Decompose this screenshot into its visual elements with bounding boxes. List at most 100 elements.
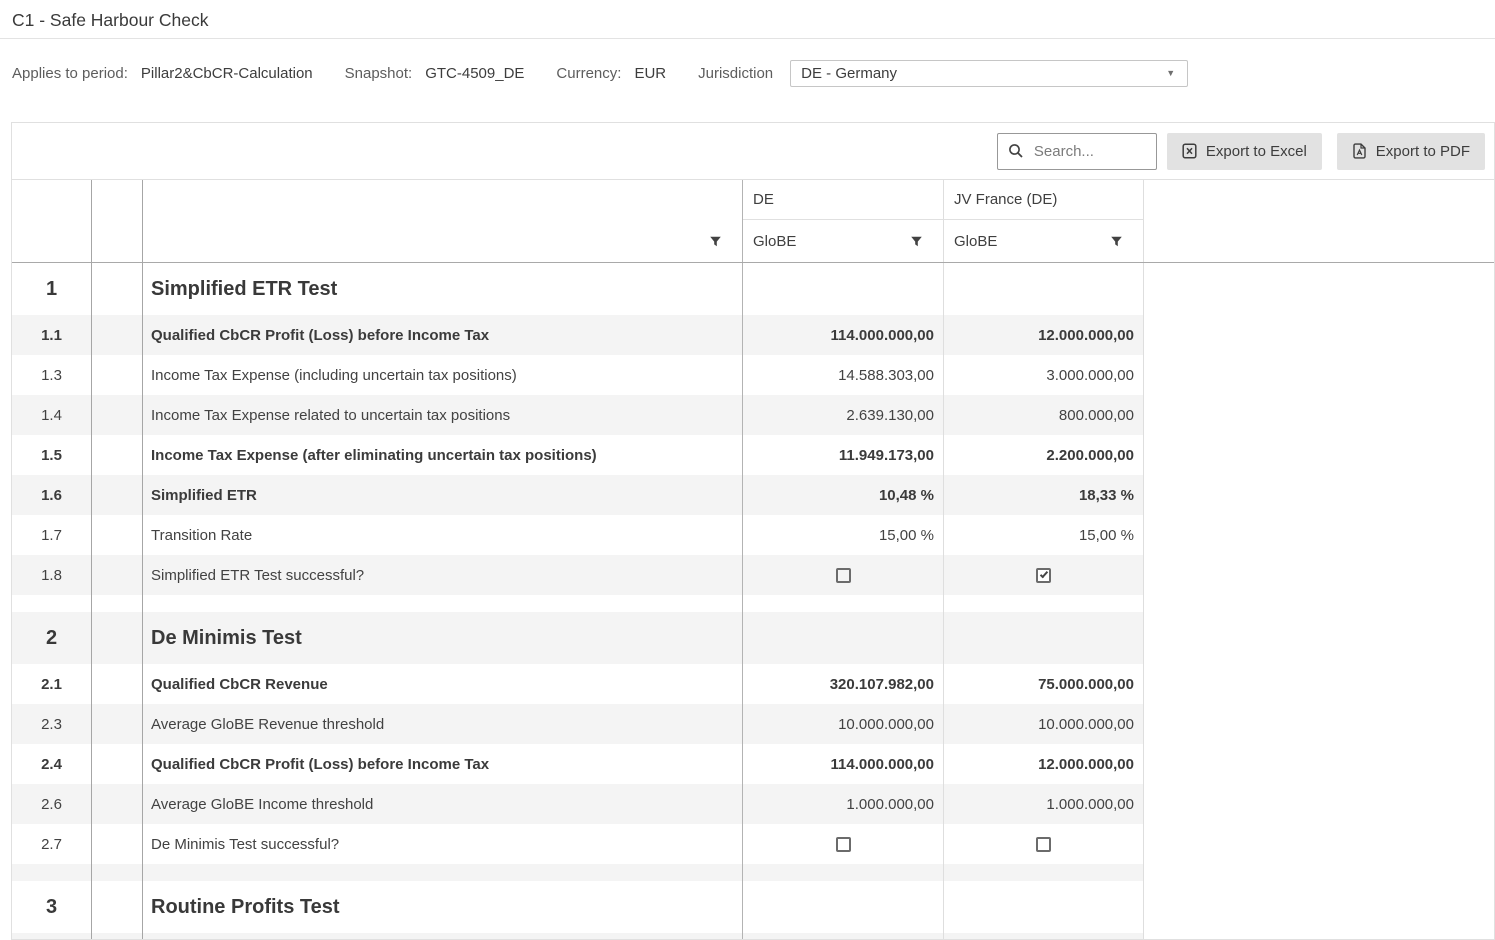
value-cell-de: 320.107.982,00 <box>743 664 944 704</box>
chevron-down-icon: ▼ <box>1166 68 1175 78</box>
row-flag-cell <box>92 435 143 475</box>
value-cell-de: 1.000.000,00 <box>743 784 944 824</box>
table-row: 1.3Income Tax Expense (including uncerta… <box>12 355 1144 395</box>
currency-group: Currency: EUR <box>556 65 666 82</box>
checkbox-unchecked[interactable] <box>1036 837 1051 852</box>
jurisdiction-dropdown[interactable]: DE - Germany ▼ <box>790 60 1188 87</box>
table-header: DE JV France (DE) GloBE GloBE <box>12 180 1494 263</box>
filter-funnel-icon[interactable] <box>910 235 923 248</box>
row-label-cell <box>143 595 743 612</box>
value-cell-de: 11.949.173,00 <box>743 435 944 475</box>
value-cell-jv-france: 3.000.000,00 <box>944 355 1144 395</box>
row-flag-cell <box>92 881 143 933</box>
snapshot-label: Snapshot: <box>345 65 413 82</box>
spacer-row <box>12 595 1144 612</box>
meta-bar: Applies to period: Pillar2&CbCR-Calculat… <box>0 39 1495 97</box>
section-title: Simplified ETR Test <box>143 263 743 315</box>
row-flag-cell <box>92 664 143 704</box>
search-input[interactable] <box>1034 143 1148 160</box>
page-title: C1 - Safe Harbour Check <box>12 10 1483 31</box>
page-header: C1 - Safe Harbour Check <box>0 0 1495 39</box>
value-cell-jv-france <box>944 824 1144 864</box>
value-cell-jv-france: 800.000,00 <box>944 395 1144 435</box>
row-label-cell: Transition Rate <box>143 515 743 555</box>
pdf-file-icon <box>1352 143 1367 159</box>
subheader-label: GloBE <box>954 233 997 250</box>
table-row: 2.3Average GloBE Revenue threshold10.000… <box>12 704 1144 744</box>
header-cell-description <box>143 180 743 220</box>
row-number-cell: 1.8 <box>12 555 92 595</box>
checkmark-icon <box>1039 570 1047 579</box>
value-cell-jv-france: 75.000.000,00 <box>944 664 1144 704</box>
description-filter-cell <box>143 220 743 262</box>
section-row: 3Routine Profits Test <box>12 881 1144 933</box>
currency-value: EUR <box>634 65 666 82</box>
row-label-cell: Qualified CbCR Revenue <box>143 664 743 704</box>
value-cell-jv-france: 18,33 % <box>944 475 1144 515</box>
checkbox-unchecked[interactable] <box>836 837 851 852</box>
value-cell-de: 15,00 % <box>743 515 944 555</box>
section-title: Routine Profits Test <box>143 881 743 933</box>
spacer-row <box>12 864 1144 881</box>
value-cell-de: 14.588.303,00 <box>743 355 944 395</box>
jurisdiction-label: Jurisdiction <box>698 65 773 82</box>
row-flag-cell <box>92 355 143 395</box>
row-flag-cell <box>92 263 143 315</box>
row-label-cell: Simplified ETR <box>143 475 743 515</box>
value-cell-jv-france <box>944 595 1144 612</box>
row-number-cell: 1.1 <box>12 315 92 355</box>
row-label-cell: Income Tax Expense related to uncertain … <box>143 395 743 435</box>
value-cell-de <box>743 612 944 664</box>
value-cell-jv-france <box>944 612 1144 664</box>
row-number-cell: 1.5 <box>12 435 92 475</box>
value-cell-de <box>743 263 944 315</box>
row-number-cell <box>12 864 92 881</box>
value-cell-jv-france <box>944 933 1144 940</box>
section-row: 1 Simplified ETR Test <box>12 263 1144 315</box>
safe-harbour-grid: Export to Excel Export to PDF DE JV Fran… <box>11 122 1495 940</box>
table-row: 1.5Income Tax Expense (after eliminating… <box>12 435 1144 475</box>
row-flag-cell <box>92 824 143 864</box>
export-pdf-label: Export to PDF <box>1376 143 1470 160</box>
row-number-cell <box>12 595 92 612</box>
snapshot-group: Snapshot: GTC-4509_DE <box>345 65 525 82</box>
row-number-cell: 2.3 <box>12 704 92 744</box>
filter-funnel-icon[interactable] <box>709 235 722 248</box>
table-row: 1.8Simplified ETR Test successful? <box>12 555 1144 595</box>
row-number-cell: 1.7 <box>12 515 92 555</box>
checkbox-unchecked[interactable] <box>836 568 851 583</box>
column-group-jv-france: JV France (DE) <box>944 180 1144 220</box>
value-cell-de <box>743 555 944 595</box>
row-flag-cell <box>92 744 143 784</box>
table-row <box>12 933 1144 940</box>
column-subheader-row: GloBE GloBE <box>12 220 1144 262</box>
value-cell-jv-france <box>944 881 1144 933</box>
row-flag-cell <box>92 784 143 824</box>
row-label-cell: De Minimis Test successful? <box>143 824 743 864</box>
export-excel-button[interactable]: Export to Excel <box>1167 133 1322 170</box>
table-row: 1.7Transition Rate15,00 %15,00 % <box>12 515 1144 555</box>
row-label-cell <box>143 864 743 881</box>
table-row: 2.1Qualified CbCR Revenue320.107.982,007… <box>12 664 1144 704</box>
row-flag-cell <box>92 475 143 515</box>
row-flag-cell <box>92 612 143 664</box>
checkbox-checked[interactable] <box>1036 568 1051 583</box>
subheader-label: GloBE <box>753 233 796 250</box>
export-pdf-button[interactable]: Export to PDF <box>1337 133 1485 170</box>
section-title: De Minimis Test <box>143 612 743 664</box>
row-label-cell: Average GloBE Revenue threshold <box>143 704 743 744</box>
row-number-cell: 2.7 <box>12 824 92 864</box>
filter-funnel-icon[interactable] <box>1110 235 1123 248</box>
row-flag-cell <box>92 595 143 612</box>
value-cell-de: 114.000.000,00 <box>743 744 944 784</box>
column-group-de: DE <box>743 180 944 220</box>
row-number-cell: 2.6 <box>12 784 92 824</box>
value-cell-jv-france: 15,00 % <box>944 515 1144 555</box>
value-cell-jv-france <box>944 555 1144 595</box>
column-group-row: DE JV France (DE) <box>12 180 1144 220</box>
header-cell-empty <box>92 220 143 262</box>
row-number-cell: 1 <box>12 263 92 315</box>
period-label: Applies to period: <box>12 65 128 82</box>
header-cell-empty <box>12 180 92 220</box>
value-cell-jv-france <box>944 263 1144 315</box>
